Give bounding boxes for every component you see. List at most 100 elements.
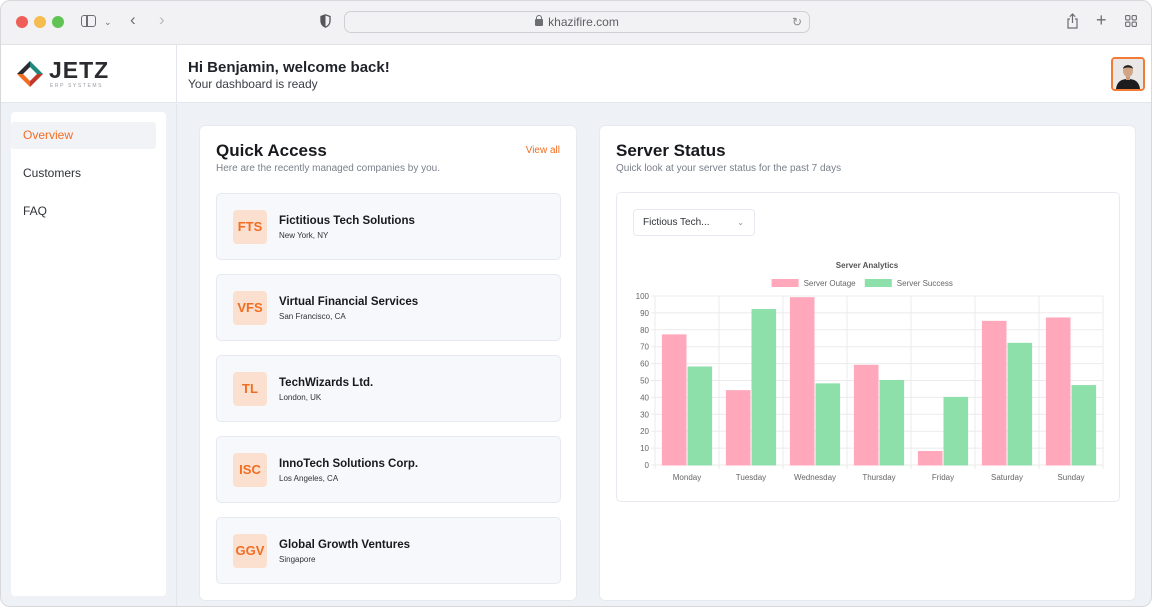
chart-container: Fictious Tech... ⌄ Server Analytics Serv… [616,192,1120,502]
x-tick-label: Tuesday [736,473,766,482]
chevron-down-icon: ⌄ [737,218,744,227]
y-tick-label: 50 [640,377,649,386]
app-header: JETZ ERP SYSTEMS Hi Benjamin, welcome ba… [1,45,1151,103]
company-initials-badge: TL [233,372,267,406]
legend-swatch [771,279,799,287]
company-name: Global Growth Ventures [279,539,410,551]
x-tick-label: Sunday [1057,473,1084,482]
bar-server-success [1071,385,1097,466]
address-bar[interactable]: khazifire.com ↻ [344,11,810,33]
view-all-link[interactable]: View all [526,145,560,156]
sidebar-item-faq[interactable]: FAQ [11,198,156,225]
bar-server-outage [981,320,1007,466]
x-tick-label: Saturday [991,473,1023,482]
x-tick-label: Monday [673,473,701,482]
maximize-window-button[interactable] [52,16,64,28]
sidebar-nav: Overview Customers FAQ [11,112,166,596]
brand-logo[interactable]: JETZ ERP SYSTEMS [1,45,177,103]
bar-server-outage [917,450,943,466]
server-status-subtitle: Quick look at your server status for the… [616,163,842,174]
url-text: khazifire.com [548,15,619,29]
company-initials-badge: GGV [233,534,267,568]
chevron-down-icon[interactable]: ⌄ [104,14,112,30]
sidebar-item-customers[interactable]: Customers [11,160,156,187]
company-name: Virtual Financial Services [279,296,419,308]
browser-window: ⌄ ‹ › khazifire.com ↻ + JETZ ERP SYSTEMS… [0,0,1152,607]
server-analytics-chart: Server Analytics Server Outage Server Suc… [636,261,1104,482]
bar-server-outage [789,297,815,466]
company-initials-badge: ISC [233,453,267,487]
welcome-subtitle: Your dashboard is ready [188,77,318,91]
x-tick-label: Thursday [862,473,895,482]
server-status-title: Server Status [616,141,726,160]
reload-icon[interactable]: ↻ [792,15,802,29]
company-location: London, UK [279,393,322,402]
company-location: New York, NY [279,231,329,240]
jetz-logo-icon [17,61,43,87]
company-item[interactable]: ISC InnoTech Solutions Corp. Los Angeles… [216,436,561,503]
server-status-card: Server Status Quick look at your server … [599,125,1136,601]
y-tick-label: 30 [640,410,649,419]
y-tick-label: 90 [640,309,649,318]
close-window-button[interactable] [16,16,28,28]
share-icon[interactable] [1066,13,1079,29]
company-initials-badge: VFS [233,291,267,325]
bar-server-outage [853,364,879,466]
bar-server-outage [1045,317,1071,466]
legend-label: Server Outage [804,279,857,288]
company-name: TechWizards Ltd. [279,377,374,389]
company-item[interactable]: FTS Fictitious Tech Solutions New York, … [216,193,561,260]
bar-server-success [815,383,841,466]
chart-title: Server Analytics [836,261,899,270]
y-tick-label: 10 [640,444,649,453]
sidebar: Overview Customers FAQ [1,104,177,606]
y-tick-label: 100 [636,292,650,301]
company-location: Los Angeles, CA [279,474,339,483]
new-tab-icon[interactable]: + [1096,11,1107,29]
y-tick-label: 60 [640,360,649,369]
y-tick-label: 20 [640,427,649,436]
y-tick-label: 40 [640,393,649,402]
company-location: San Francisco, CA [279,312,346,321]
y-tick-label: 80 [640,326,649,335]
company-name: Fictitious Tech Solutions [279,215,415,227]
back-icon[interactable]: ‹ [130,11,136,28]
sidebar-toggle-icon[interactable] [81,15,96,27]
quick-access-title: Quick Access [216,141,327,160]
legend-label: Server Success [897,279,953,288]
quick-access-subtitle: Here are the recently managed companies … [216,163,441,174]
quick-access-card: Quick Access Here are the recently manag… [199,125,577,601]
tab-overview-icon[interactable] [1125,15,1137,27]
lock-icon [535,15,544,26]
bar-server-outage [661,334,687,466]
minimize-window-button[interactable] [34,16,46,28]
bar-server-success [1007,342,1033,466]
forward-icon[interactable]: › [159,11,165,28]
company-name: InnoTech Solutions Corp. [279,458,419,470]
privacy-shield-icon[interactable] [320,14,331,28]
bar-server-success [751,309,777,466]
y-tick-label: 0 [645,461,650,470]
brand-tagline: ERP SYSTEMS [50,83,104,89]
bar-server-success [687,366,713,466]
company-select[interactable]: Fictious Tech... ⌄ [633,209,755,236]
x-tick-label: Friday [932,473,954,482]
sidebar-item-overview[interactable]: Overview [11,122,156,149]
bar-server-success [879,380,905,466]
company-item[interactable]: VFS Virtual Financial Services San Franc… [216,274,561,341]
bar-server-success [943,396,969,466]
user-avatar[interactable] [1111,57,1145,91]
company-item[interactable]: TL TechWizards Ltd. London, UK [216,355,561,422]
company-select-value: Fictious Tech... [643,217,710,228]
welcome-heading: Hi Benjamin, welcome back! [188,59,390,76]
brand-name: JETZ [49,57,110,83]
browser-titlebar: ⌄ ‹ › khazifire.com ↻ + [1,1,1151,45]
company-initials-badge: FTS [233,210,267,244]
legend-swatch [864,279,892,287]
user-photo [1113,59,1143,89]
x-tick-label: Wednesday [794,473,836,482]
company-item[interactable]: GGV Global Growth Ventures Singapore [216,517,561,584]
y-tick-label: 70 [640,343,649,352]
company-location: Singapore [279,555,316,564]
bar-server-outage [725,390,751,466]
